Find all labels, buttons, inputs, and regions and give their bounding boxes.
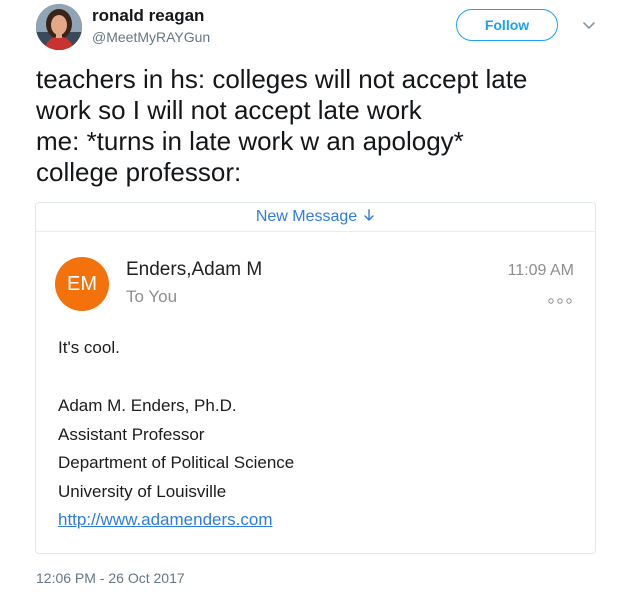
tweet-text: teachers in hs: colleges will not accept… <box>36 64 606 188</box>
new-message-button[interactable]: New Message <box>256 208 375 226</box>
tweet-header: ronald reagan @MeetMyRAYGun Follow <box>36 4 606 54</box>
recipient-label: To You <box>126 287 178 306</box>
signature-website-link[interactable]: http://www.adamenders.com <box>58 510 272 529</box>
author-handle[interactable]: @MeetMyRAYGun <box>92 28 210 46</box>
signature-university: University of Louisville <box>58 481 227 501</box>
tweet-text-line: teachers in hs: colleges will not accept… <box>36 64 528 94</box>
mail-body: It's cool. <box>58 338 120 357</box>
tweet-timestamp[interactable]: 12:06 PM - 26 Oct 2017 <box>36 569 185 587</box>
tweet-text-line: me: *turns in late work w an apology* <box>36 126 464 156</box>
author-avatar[interactable] <box>36 4 82 50</box>
author-display-name[interactable]: ronald reagan <box>92 6 210 26</box>
tweet-text-line: college professor: <box>36 157 242 187</box>
tweet-text-line: work so I will not accept late work <box>36 95 422 125</box>
follow-button[interactable]: Follow <box>456 9 558 41</box>
author-block: ronald reagan @MeetMyRAYGun <box>92 6 210 46</box>
mail-time: 11:09 AM <box>507 262 574 279</box>
email-screenshot-card[interactable]: New Message EM Enders,Adam M To You 11:0… <box>35 202 596 554</box>
sender-name: Enders,Adam M <box>126 259 263 280</box>
signature-name: Adam M. Enders, Ph.D. <box>58 396 237 415</box>
new-message-label: New Message <box>255 208 358 225</box>
more-dots-icon[interactable] <box>547 293 573 304</box>
mail-top-bar: New Message <box>36 203 595 232</box>
mail-signature: Adam M. Enders, Ph.D. Assistant Professo… <box>58 392 294 535</box>
signature-department: Department of Political Science <box>58 453 295 472</box>
user-avatar-photo-icon <box>36 4 82 50</box>
chevron-down-icon[interactable] <box>580 16 598 34</box>
arrow-down-icon <box>363 208 375 226</box>
sender-avatar: EM <box>55 257 109 311</box>
signature-title: Assistant Professor <box>58 424 205 444</box>
